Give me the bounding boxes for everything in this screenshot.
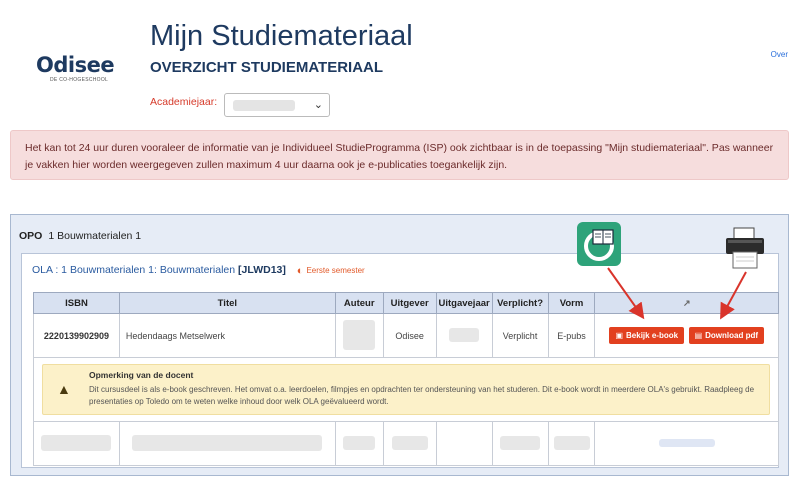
opo-label: OPO — [19, 230, 43, 242]
redacted-cell — [33, 421, 120, 466]
teacher-note-body: Dit cursusdeel is als e-book geschreven.… — [89, 385, 755, 406]
chevron-down-icon: ⌄ — [313, 99, 323, 111]
academic-year-value-redacted — [233, 100, 295, 111]
col-header-form: Vorm — [547, 292, 596, 314]
table-row-redacted — [33, 421, 779, 466]
study-material-table: ISBN Titel Auteur Uitgever Uitgavejaar V… — [33, 292, 779, 466]
author-cell-redacted — [334, 313, 384, 358]
ola-code: [JLWD13] — [238, 264, 286, 276]
redacted-cell — [118, 421, 336, 466]
form-cell: E-pubs — [547, 313, 596, 358]
redacted-block — [500, 435, 541, 450]
redacted-cell — [594, 421, 779, 466]
redacted-block — [343, 435, 376, 450]
page-subtitle: OVERZICHT STUDIEMATERIAAL — [150, 59, 384, 76]
view-ebook-label: Bekijk e-book — [626, 331, 679, 340]
teacher-note: ▲ Opmerking van de docent Dit cursusdeel… — [42, 364, 770, 415]
download-pdf-button[interactable]: ▤ Download pdf — [688, 327, 765, 344]
ola-title: OLA : 1 Bouwmaterialen 1: Bouwmaterialen — [32, 264, 236, 276]
semester-icon: ◐ — [296, 265, 304, 277]
logo-word: Odisee — [36, 53, 115, 77]
teacher-note-title: Opmerking van de docent — [89, 370, 194, 380]
redacted-block — [449, 327, 480, 342]
isp-info-alert: Het kan tot 24 uur duren vooraleer de in… — [10, 130, 789, 180]
col-header-publisher: Uitgever — [382, 292, 437, 314]
table-row: 2220139902909 Hedendaags Metselwerk Odis… — [33, 313, 779, 358]
redacted-block — [41, 434, 112, 451]
year-cell-redacted — [435, 313, 493, 358]
redacted-block — [553, 435, 590, 450]
col-header-required: Verplicht? — [491, 292, 549, 314]
teacher-note-cell: ▲ Opmerking van de docent Dit cursusdeel… — [33, 357, 779, 422]
opo-header: OPO 1 Bouwmaterialen 1 — [19, 230, 141, 242]
col-header-author: Auteur — [334, 292, 384, 314]
redacted-block — [391, 435, 428, 450]
ola-header: OLA : 1 Bouwmaterialen 1: Bouwmaterialen… — [32, 264, 365, 277]
title-cell: Hedendaags Metselwerk — [118, 313, 336, 358]
isbn-cell: 2220139902909 — [33, 313, 120, 358]
logo-tagline: DE CO-HOGESCHOOL — [50, 77, 109, 83]
col-header-actions: ↗ — [594, 292, 779, 314]
redacted-block — [343, 319, 376, 350]
overview-link[interactable]: Over — [771, 50, 788, 59]
teacher-note-row: ▲ Opmerking van de docent Dit cursusdeel… — [33, 357, 779, 422]
printer-icon — [722, 226, 768, 270]
redacted-cell — [547, 421, 596, 466]
redacted-cell — [435, 421, 493, 466]
col-header-isbn: ISBN — [33, 292, 120, 314]
download-icon: ▤ — [694, 331, 703, 340]
actions-cell: ▣ Bekijk e-book ▤ Download pdf — [594, 313, 779, 358]
opo-name: 1 Bouwmaterialen 1 — [48, 230, 142, 242]
book-icon: ▣ — [615, 331, 624, 340]
graduation-cap-icon: ▲ — [57, 381, 71, 397]
redacted-block — [658, 438, 715, 447]
required-cell: Verplicht — [491, 313, 549, 358]
odisee-logo: Odisee DE CO-HOGESCHOOL — [36, 54, 116, 83]
academic-year-select[interactable]: ⌄ — [224, 93, 330, 117]
download-pdf-label: Download pdf — [705, 331, 759, 340]
redacted-cell — [491, 421, 549, 466]
col-header-year: Uitgavejaar — [435, 292, 493, 314]
col-header-title: Titel — [118, 292, 336, 314]
ebook-reader-app-icon — [577, 222, 621, 266]
view-ebook-button[interactable]: ▣ Bekijk e-book — [609, 327, 685, 344]
semester-label: Eerste semester — [306, 266, 365, 275]
redacted-block — [132, 434, 323, 451]
redacted-cell — [382, 421, 437, 466]
redacted-cell — [334, 421, 384, 466]
page-title: Mijn Studiemateriaal — [150, 20, 413, 52]
academic-year-label: Academiejaar: — [150, 96, 218, 108]
external-link-icon: ↗ — [682, 297, 691, 308]
table-header-row: ISBN Titel Auteur Uitgever Uitgavejaar V… — [33, 292, 779, 314]
publisher-cell: Odisee — [382, 313, 437, 358]
